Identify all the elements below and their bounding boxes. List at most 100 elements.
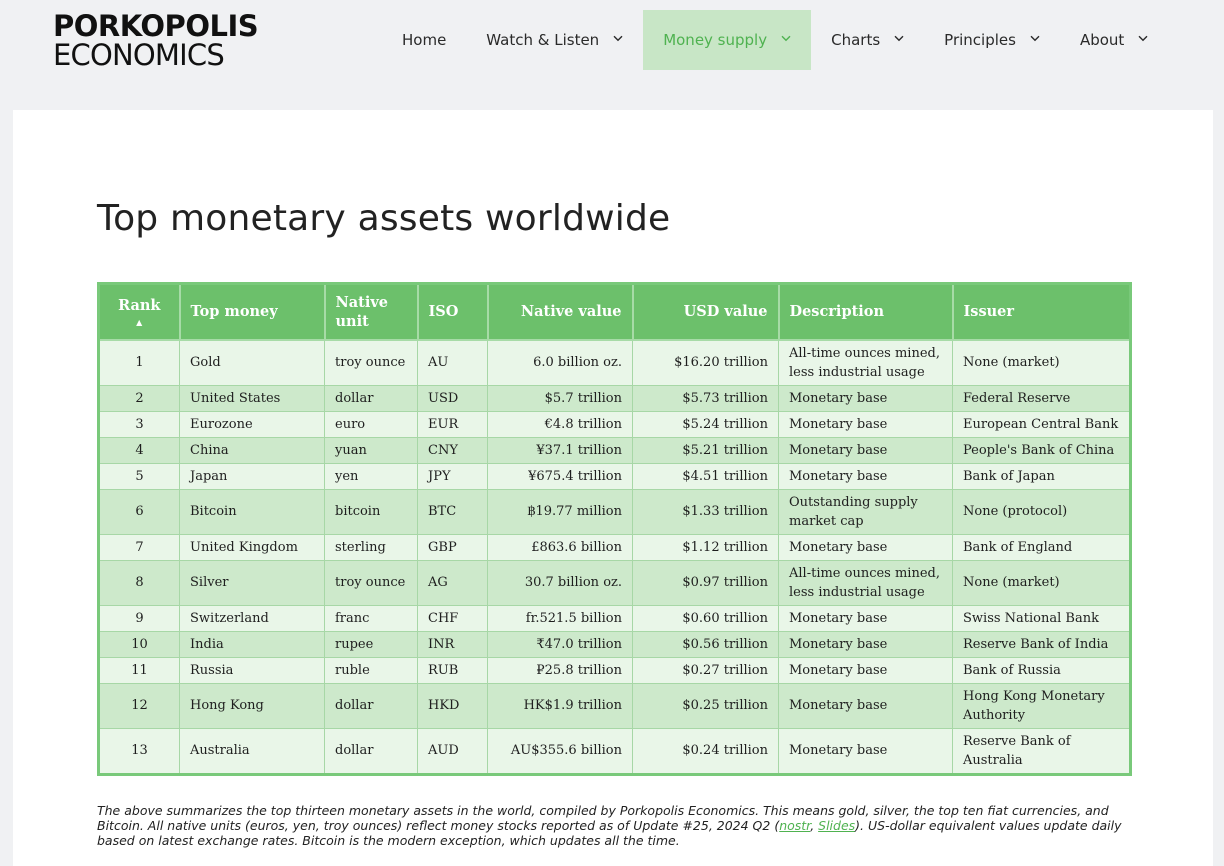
column-header-usd-value[interactable]: USD value: [631, 282, 780, 341]
table-row: 7 United Kingdom sterling GBP £863.6 billion…: [98, 533, 1131, 561]
cell-rank: 12: [98, 682, 180, 729]
nav-item-about[interactable]: About: [1060, 10, 1168, 70]
cell-description: Outstanding supply market cap: [778, 488, 953, 535]
cell-native-value: fr.521.5 billion: [487, 604, 633, 632]
site-header: PORKOPOLIS ECONOMICS Home Watch & Listen M…: [0, 0, 1224, 90]
cell-iso: CHF: [417, 604, 488, 632]
cell-top-money: Switzerland: [179, 604, 325, 632]
cell-description: Monetary base: [778, 727, 953, 775]
cell-issuer: Swiss National Bank: [952, 604, 1131, 632]
column-header-label: Top money: [190, 303, 278, 321]
cell-native-value: 30.7 billion oz.: [487, 559, 633, 606]
cell-issuer: European Central Bank: [952, 410, 1131, 438]
cell-usd-value: $0.25 trillion: [632, 682, 779, 729]
chevron-down-icon: [781, 34, 791, 45]
cell-native-value: ₽25.8 trillion: [487, 656, 633, 684]
sort-ascending-icon: ▲: [136, 317, 143, 328]
cell-description: Monetary base: [778, 410, 953, 438]
nav-item-watch-listen[interactable]: Watch & Listen: [466, 10, 643, 70]
column-header-description[interactable]: Description: [777, 282, 954, 341]
column-header-iso[interactable]: ISO: [416, 282, 489, 341]
column-header-rank[interactable]: Rank ▲: [97, 282, 181, 341]
cell-usd-value: $5.24 trillion: [632, 410, 779, 438]
column-header-top-money[interactable]: Top money: [178, 282, 326, 341]
cell-rank: 7: [98, 533, 180, 561]
cell-issuer: People's Bank of China: [952, 436, 1131, 464]
cell-usd-value: $0.27 trillion: [632, 656, 779, 684]
chevron-down-icon: [1138, 34, 1148, 45]
nav-item-money-supply[interactable]: Money supply: [643, 10, 812, 70]
cell-native-unit: franc: [324, 604, 418, 632]
cell-iso: EUR: [417, 410, 488, 438]
cell-usd-value: $4.51 trillion: [632, 462, 779, 490]
nav-item-principles[interactable]: Principles: [924, 10, 1060, 70]
cell-description: Monetary base: [778, 384, 953, 412]
table-row: 11 Russia ruble RUB ₽25.8 trillion $0.27 tril…: [98, 656, 1131, 684]
cell-native-value: 6.0 billion oz.: [487, 339, 633, 386]
cell-usd-value: $0.24 trillion: [632, 727, 779, 775]
footnote-separator: ,: [810, 818, 819, 833]
cell-native-value: AU$355.6 billion: [487, 727, 633, 775]
cell-top-money: Silver: [179, 559, 325, 606]
site-logo[interactable]: PORKOPOLIS ECONOMICS: [53, 12, 263, 70]
cell-usd-value: $0.97 trillion: [632, 559, 779, 606]
cell-native-unit: troy ounce: [324, 559, 418, 606]
cell-native-unit: euro: [324, 410, 418, 438]
table-row: 12 Hong Kong dollar HKD HK$1.9 trillion $0.25…: [98, 682, 1131, 729]
table-row: 8 Silver troy ounce AG 30.7 billion oz. $0.97…: [98, 559, 1131, 606]
cell-issuer: Bank of England: [952, 533, 1131, 561]
cell-description: All-time ounces mined, less industrial u…: [778, 339, 953, 386]
nav-item-label: Watch & Listen: [486, 31, 600, 49]
nav-item-label: Principles: [944, 31, 1016, 49]
cell-top-money: Australia: [179, 727, 325, 775]
nav-item-charts[interactable]: Charts: [811, 10, 924, 70]
cell-issuer: Reserve Bank of Australia: [952, 727, 1131, 775]
cell-description: Monetary base: [778, 604, 953, 632]
cell-issuer: Bank of Russia: [952, 656, 1131, 684]
cell-native-value: ₹47.0 trillion: [487, 630, 633, 658]
cell-usd-value: $5.21 trillion: [632, 436, 779, 464]
content-card: Top monetary assets worldwide Rank ▲ Top m…: [13, 110, 1213, 866]
column-header-issuer[interactable]: Issuer: [951, 282, 1132, 341]
cell-native-value: HK$1.9 trillion: [487, 682, 633, 729]
table-row: 1 Gold troy ounce AU 6.0 billion oz. $16.20 t…: [98, 339, 1131, 386]
table-row: 6 Bitcoin bitcoin BTC ฿19.77 million $1.33 tr…: [98, 488, 1131, 535]
column-header-native-value[interactable]: Native value: [486, 282, 634, 341]
cell-issuer: Reserve Bank of India: [952, 630, 1131, 658]
cell-description: Monetary base: [778, 656, 953, 684]
chevron-down-icon: [613, 34, 623, 45]
cell-iso: JPY: [417, 462, 488, 490]
cell-description: All-time ounces mined, less industrial u…: [778, 559, 953, 606]
cell-iso: RUB: [417, 656, 488, 684]
cell-native-unit: rupee: [324, 630, 418, 658]
slides-link[interactable]: Slides: [818, 818, 855, 833]
cell-rank: 1: [98, 339, 180, 386]
table-row: 2 United States dollar USD $5.7 trillion $5.7…: [98, 384, 1131, 412]
cell-usd-value: $16.20 trillion: [632, 339, 779, 386]
cell-issuer: Federal Reserve: [952, 384, 1131, 412]
cell-issuer: None (market): [952, 559, 1131, 606]
cell-usd-value: $0.56 trillion: [632, 630, 779, 658]
nav-item-home[interactable]: Home: [382, 10, 466, 70]
column-header-native-unit[interactable]: Native unit: [323, 282, 419, 341]
cell-iso: BTC: [417, 488, 488, 535]
cell-native-unit: dollar: [324, 682, 418, 729]
cell-top-money: Eurozone: [179, 410, 325, 438]
cell-top-money: Bitcoin: [179, 488, 325, 535]
cell-top-money: Japan: [179, 462, 325, 490]
cell-iso: AUD: [417, 727, 488, 775]
cell-issuer: Hong Kong Monetary Authority: [952, 682, 1131, 729]
cell-top-money: Russia: [179, 656, 325, 684]
cell-iso: GBP: [417, 533, 488, 561]
column-header-label: Native value: [520, 303, 622, 321]
nostr-link[interactable]: nostr: [779, 818, 810, 833]
table-row: 13 Australia dollar AUD AU$355.6 billion $0.2…: [98, 727, 1131, 775]
cell-iso: USD: [417, 384, 488, 412]
cell-description: Monetary base: [778, 630, 953, 658]
nav-item-label: Money supply: [663, 31, 768, 49]
cell-rank: 13: [98, 727, 180, 775]
cell-native-value: ¥675.4 trillion: [487, 462, 633, 490]
cell-rank: 11: [98, 656, 180, 684]
cell-description: Monetary base: [778, 436, 953, 464]
cell-native-value: ¥37.1 trillion: [487, 436, 633, 464]
